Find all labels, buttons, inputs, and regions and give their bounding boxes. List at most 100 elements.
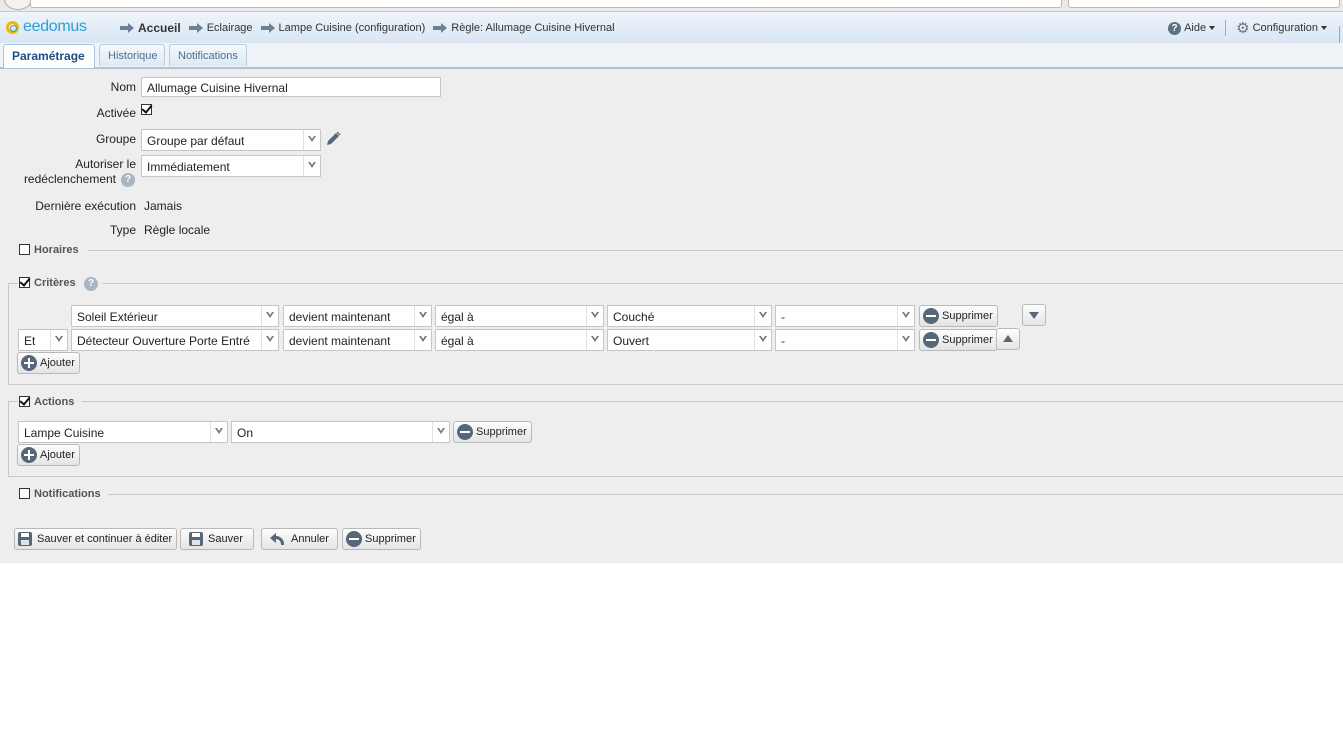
criteria-delete-button[interactable]: Supprimer xyxy=(919,305,998,327)
last-execution-value: Jamais xyxy=(144,199,183,213)
actions-section-title: Actions xyxy=(34,396,75,408)
criteria-connector-select[interactable]: Et xyxy=(18,329,68,351)
action-value-select[interactable]: On xyxy=(231,421,450,443)
rule-settings-panel: Nom Allumage Cuisine Hivernal Activée Gr… xyxy=(0,69,1343,563)
save-button[interactable]: Sauver xyxy=(180,528,254,550)
browser-search-bar[interactable] xyxy=(1068,0,1340,8)
arrow-right-icon xyxy=(260,23,275,33)
criteria-extra-value: - xyxy=(781,334,785,348)
move-up-button[interactable] xyxy=(996,328,1020,350)
add-button-label: Ajouter xyxy=(40,357,75,369)
criteria-section-title: Critères xyxy=(34,277,76,289)
divider xyxy=(108,494,1343,495)
browser-chrome xyxy=(0,0,1343,12)
action-device-select[interactable]: Lampe Cuisine xyxy=(18,421,228,443)
add-button-label: Ajouter xyxy=(40,449,75,461)
action-delete-button[interactable]: Supprimer xyxy=(453,421,532,443)
configuration-menu[interactable]: Configuration xyxy=(1253,22,1318,34)
retrigger-select[interactable]: Immédiatement xyxy=(141,155,321,177)
schedules-checkbox[interactable] xyxy=(19,244,30,255)
criteria-operator-value: égal à xyxy=(441,334,474,348)
criteria-delete-button[interactable]: Supprimer xyxy=(919,329,998,351)
chevron-down-icon xyxy=(586,330,603,350)
actions-add-button[interactable]: Ajouter xyxy=(17,444,80,466)
criteria-connector-value: Et xyxy=(24,334,36,348)
arrow-right-icon xyxy=(433,23,448,33)
cancel-button[interactable]: Annuler xyxy=(261,528,338,550)
delete-button-label: Supprimer xyxy=(942,334,993,346)
plus-circle-icon xyxy=(21,355,37,371)
criteria-device-select[interactable]: Détecteur Ouverture Porte Entré xyxy=(71,329,279,351)
criteria-value-value: Ouvert xyxy=(613,334,650,348)
save-label: Sauver xyxy=(208,533,243,545)
arrow-right-icon xyxy=(188,23,203,33)
tab-bar: Paramétrage Historique Notifications xyxy=(0,43,1343,69)
chevron-down-icon xyxy=(586,306,603,326)
eedomus-logo[interactable]: eedomus xyxy=(6,17,87,37)
criteria-value-select[interactable]: Ouvert xyxy=(607,329,772,351)
breadcrumb-item[interactable]: Eclairage xyxy=(207,22,253,34)
schedules-section-title: Horaires xyxy=(34,244,79,256)
criteria-value-select[interactable]: Couché xyxy=(607,305,772,327)
criteria-extra-value: - xyxy=(781,310,785,324)
criteria-change-value: devient maintenant xyxy=(289,310,391,324)
chevron-down-icon xyxy=(261,306,278,326)
actions-checkbox[interactable] xyxy=(19,396,30,407)
cancel-label: Annuler xyxy=(291,533,329,545)
delete-rule-button[interactable]: Supprimer xyxy=(342,528,421,550)
criteria-operator-value: égal à xyxy=(441,310,474,324)
minus-circle-icon xyxy=(923,308,939,324)
criteria-operator-select[interactable]: égal à xyxy=(435,329,604,351)
criteria-change-select[interactable]: devient maintenant xyxy=(283,305,432,327)
chevron-down-icon xyxy=(754,330,771,350)
chevron-down-icon xyxy=(754,306,771,326)
name-input[interactable]: Allumage Cuisine Hivernal xyxy=(141,77,441,97)
chevron-down-icon xyxy=(414,330,431,350)
divider xyxy=(1225,20,1227,36)
criteria-device-value: Soleil Extérieur xyxy=(77,310,158,324)
breadcrumb-item[interactable]: Lampe Cuisine (configuration) xyxy=(279,22,426,34)
logo-text: eedomus xyxy=(23,18,87,35)
chevron-down-icon xyxy=(1209,26,1216,30)
criteria-extra-select[interactable]: - xyxy=(775,305,915,327)
browser-back-button[interactable] xyxy=(4,0,32,10)
browser-address-bar[interactable] xyxy=(30,0,1062,8)
criteria-operator-select[interactable]: égal à xyxy=(435,305,604,327)
group-select[interactable]: Groupe par défaut xyxy=(141,129,321,151)
notifications-checkbox[interactable] xyxy=(19,488,30,499)
top-right-menu: ? Aide ⚙ Configuration xyxy=(1168,20,1327,36)
criteria-checkbox[interactable] xyxy=(19,277,30,288)
chevron-down-icon xyxy=(432,422,449,442)
type-value: Règle locale xyxy=(144,223,211,237)
floppy-disk-icon xyxy=(18,532,32,546)
divider xyxy=(88,250,1343,251)
edit-pencil-icon[interactable] xyxy=(324,130,342,148)
criteria-change-select[interactable]: devient maintenant xyxy=(283,329,432,351)
help-icon[interactable]: ? xyxy=(121,173,135,187)
active-label: Activée xyxy=(96,106,136,120)
help-menu[interactable]: Aide xyxy=(1184,22,1206,34)
minus-circle-icon xyxy=(346,531,362,547)
logo-ring-icon xyxy=(6,20,19,34)
help-icon[interactable]: ? xyxy=(84,277,98,291)
tab-notifications[interactable]: Notifications xyxy=(169,44,247,66)
save-and-continue-button[interactable]: Sauver et continuer à éditer xyxy=(14,528,178,550)
help-icon: ? xyxy=(1168,21,1182,35)
active-checkbox[interactable] xyxy=(141,104,152,115)
tab-historique[interactable]: Historique xyxy=(99,44,165,66)
criteria-extra-select[interactable]: - xyxy=(775,329,915,351)
move-down-button[interactable] xyxy=(1022,304,1046,326)
criteria-add-button[interactable]: Ajouter xyxy=(17,352,80,374)
tab-parametrage[interactable]: Paramétrage xyxy=(3,44,95,68)
chevron-down-icon xyxy=(303,130,320,150)
save-and-continue-label: Sauver et continuer à éditer xyxy=(37,533,173,545)
last-execution-label: Dernière exécution xyxy=(35,199,136,213)
criteria-device-select[interactable]: Soleil Extérieur xyxy=(71,305,279,327)
action-value-value: On xyxy=(237,426,254,440)
delete-rule-label: Supprimer xyxy=(365,533,416,545)
breadcrumb-home[interactable]: Accueil xyxy=(138,21,181,35)
minus-circle-icon xyxy=(457,424,473,440)
chevron-down-icon xyxy=(210,422,227,442)
plus-circle-icon xyxy=(21,447,37,463)
chevron-down-icon xyxy=(897,306,914,326)
